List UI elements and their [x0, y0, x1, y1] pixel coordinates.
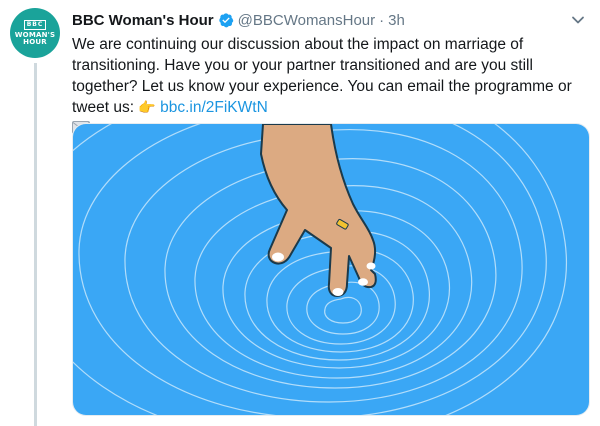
- water-hand-illustration: [73, 124, 589, 415]
- verified-badge-icon: [218, 13, 233, 28]
- avatar-logo-bbc: BBC: [23, 20, 47, 30]
- avatar[interactable]: BBC WOMAN'S HOUR: [10, 8, 60, 58]
- author-name[interactable]: BBC Woman's Hour: [72, 12, 214, 29]
- pointing-hand-emoji: 👉: [138, 99, 156, 115]
- thread-line: [34, 63, 37, 426]
- tweet-media-image[interactable]: [72, 123, 590, 416]
- tweet-timestamp[interactable]: 3h: [388, 12, 405, 29]
- tweet-link[interactable]: bbc.in/2FiKWtN: [160, 99, 268, 116]
- tweet-header: BBC Woman's Hour @BBCWomansHour · 3h: [72, 10, 405, 30]
- avatar-logo-line3: HOUR: [23, 38, 47, 46]
- header-separator: ·: [379, 11, 385, 29]
- tweet: BBC WOMAN'S HOUR BBC Woman's Hour @BBCWo…: [0, 0, 600, 426]
- author-handle[interactable]: @BBCWomansHour: [238, 12, 376, 29]
- chevron-down-icon[interactable]: [570, 12, 586, 28]
